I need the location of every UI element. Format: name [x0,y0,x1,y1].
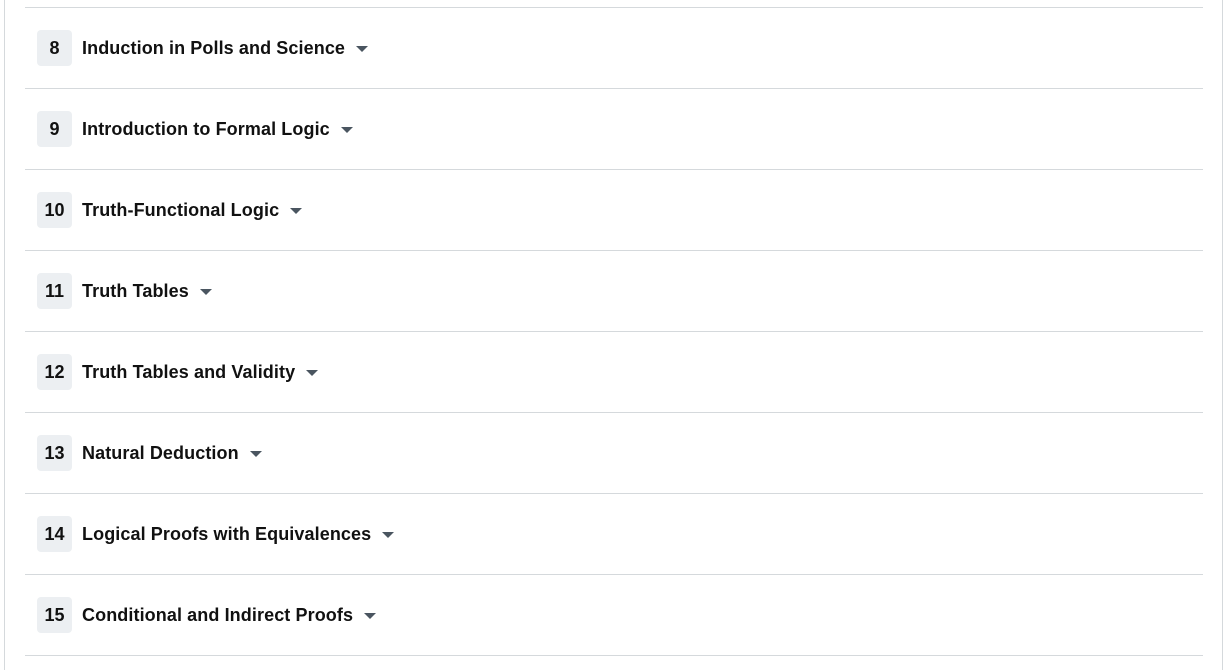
chapter-row-8[interactable]: 8 Induction in Polls and Science [25,8,1203,89]
chapter-title[interactable]: Logical Proofs with Equivalences [82,524,371,545]
chapter-title[interactable]: Truth Tables and Validity [82,362,295,383]
chapter-title[interactable]: Truth Tables [82,281,189,302]
chapter-row-11[interactable]: 11 Truth Tables [25,251,1203,332]
chevron-down-icon[interactable] [382,532,395,538]
chapter-number-badge: 14 [37,516,72,552]
chapter-number-badge: 11 [37,273,72,309]
chapter-title[interactable]: Natural Deduction [82,443,239,464]
chevron-down-icon[interactable] [249,451,262,457]
chapter-row-10[interactable]: 10 Truth-Functional Logic [25,170,1203,251]
chapter-number-badge: 12 [37,354,72,390]
chapter-row-13[interactable]: 13 Natural Deduction [25,413,1203,494]
chapter-title[interactable]: Conditional and Indirect Proofs [82,605,353,626]
chevron-down-icon[interactable] [199,289,212,295]
chevron-down-icon[interactable] [364,613,377,619]
chapter-list: 8 Induction in Polls and Science 9 Intro… [25,7,1203,656]
chapter-title[interactable]: Truth-Functional Logic [82,200,279,221]
chapter-row-9[interactable]: 9 Introduction to Formal Logic [25,89,1203,170]
chapter-title[interactable]: Introduction to Formal Logic [82,119,330,140]
chevron-down-icon[interactable] [306,370,319,376]
chevron-down-icon[interactable] [356,46,369,52]
chapter-row-15[interactable]: 15 Conditional and Indirect Proofs [25,575,1203,656]
chapter-number-badge: 13 [37,435,72,471]
chapter-row-12[interactable]: 12 Truth Tables and Validity [25,332,1203,413]
chapter-row-14[interactable]: 14 Logical Proofs with Equivalences [25,494,1203,575]
chevron-down-icon[interactable] [290,208,303,214]
chevron-down-icon[interactable] [340,127,353,133]
chapter-title[interactable]: Induction in Polls and Science [82,38,345,59]
chapter-number-badge: 9 [37,111,72,147]
chapter-number-badge: 8 [37,30,72,66]
chapter-number-badge: 10 [37,192,72,228]
chapter-number-badge: 15 [37,597,72,633]
